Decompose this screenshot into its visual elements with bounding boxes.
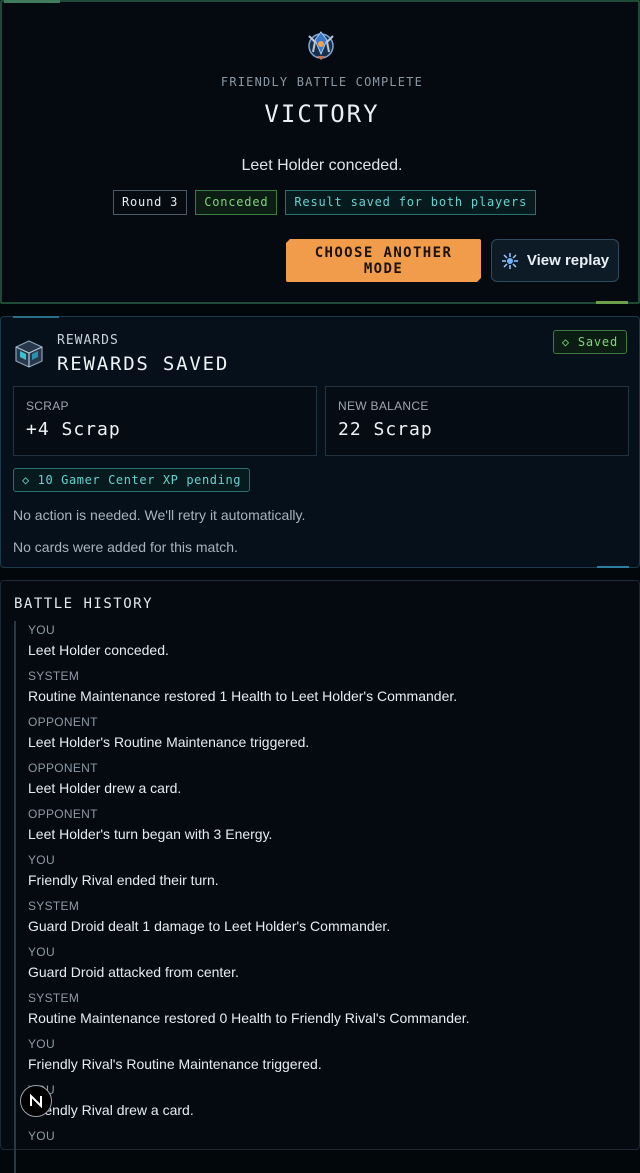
entry-text: Leet Holder's turn began with 3 Energy. [28, 826, 273, 842]
entry-actor: YOU [28, 853, 55, 867]
result-chips: Round 3 Conceded Result saved for both p… [113, 190, 537, 215]
entry-text: Guard Droid dealt 1 damage to Leet Holde… [28, 918, 391, 934]
entry-actor: SYSTEM [28, 991, 80, 1005]
entry-actor: OPPONENT [28, 761, 98, 775]
scrap-value: +4 Scrap [26, 419, 121, 440]
entry-text: Routine Maintenance restored 0 Health to… [28, 1010, 470, 1026]
panel-accent [4, 0, 60, 3]
entry-actor: YOU [28, 945, 55, 959]
entry-text: Leet Holder conceded. [28, 642, 169, 658]
conceded-chip: Conceded [195, 190, 278, 215]
balance-label: NEW BALANCE [338, 399, 429, 413]
history-entry: YOU Leet Holder conceded. [14, 621, 624, 667]
history-entry: OPPONENT Leet Holder's Routine Maintenan… [14, 713, 624, 759]
scrap-card: SCRAP +4 Scrap [13, 386, 317, 456]
victory-panel: FRIENDLY BATTLE COMPLETE VICTORY Leet Ho… [0, 0, 640, 304]
battle-history-title: BATTLE HISTORY [14, 596, 154, 612]
victory-title: VICTORY [264, 100, 380, 128]
reward-crate-icon [15, 340, 43, 368]
entry-text: Leet Holder drew a card. [28, 780, 182, 796]
entry-actor: SYSTEM [28, 899, 80, 913]
result-saved-chip: Result saved for both players [285, 190, 537, 215]
victory-kicker: FRIENDLY BATTLE COMPLETE [220, 75, 424, 89]
view-replay-label: View replay [526, 252, 610, 269]
choose-another-mode-button[interactable]: CHOOSE ANOTHER MODE [286, 239, 481, 282]
battle-history-list: YOU Leet Holder conceded. SYSTEM Routine… [14, 621, 624, 1173]
entry-text: Leet Holder's Routine Maintenance trigge… [28, 734, 310, 750]
history-entry: OPPONENT Leet Holder drew a card. [14, 759, 624, 805]
balance-value: 22 Scrap [338, 419, 433, 440]
entry-text: Friendly Rival drew a card. [28, 1102, 194, 1118]
entry-actor: OPPONENT [28, 807, 98, 821]
battle-history-panel: BATTLE HISTORY YOU Leet Holder conceded.… [0, 580, 640, 1173]
rewards-title: REWARDS SAVED [57, 353, 230, 375]
history-entry: SYSTEM Routine Maintenance restored 1 He… [14, 667, 624, 713]
history-entry: SYSTEM Guard Droid dealt 1 damage to Lee… [14, 897, 624, 943]
panel-accent [596, 301, 628, 304]
n-logo-icon [30, 1093, 42, 1109]
entry-actor: YOU [28, 1129, 55, 1143]
round-chip: Round 3 [113, 190, 188, 215]
history-entry: YOU [14, 1127, 624, 1173]
entry-text: Friendly Rival ended their turn. [28, 872, 219, 888]
entry-actor: SYSTEM [28, 669, 80, 683]
replay-icon [501, 252, 518, 269]
rewards-kicker: REWARDS [57, 333, 119, 348]
history-entry: YOU Guard Droid attacked from center. [14, 943, 624, 989]
xp-pending-chip: ◇ 10 Gamer Center XP pending [13, 468, 251, 492]
history-entry: OPPONENT Leet Holder's turn began with 3… [14, 805, 624, 851]
balance-card: NEW BALANCE 22 Scrap [325, 386, 629, 456]
trophy-emblem-icon [308, 31, 334, 60]
saved-badge: ◇ Saved [552, 330, 627, 354]
cards-note: No cards were added for this match. [13, 539, 238, 555]
entry-actor: OPPONENT [28, 715, 98, 729]
entry-text: Guard Droid attacked from center. [28, 964, 239, 980]
entry-actor: YOU [28, 623, 55, 637]
history-entry: SYSTEM Routine Maintenance restored 0 He… [14, 989, 624, 1035]
history-entry: YOU Friendly Rival's Routine Maintenance… [14, 1035, 624, 1081]
user-avatar-button[interactable] [20, 1085, 52, 1117]
panel-accent [597, 566, 629, 568]
history-entry: YOU Friendly Rival ended their turn. [14, 851, 624, 897]
rewards-panel: REWARDS REWARDS SAVED ◇ Saved SCRAP +4 S… [0, 316, 640, 568]
victory-actions: CHOOSE ANOTHER MODE View replay [286, 239, 619, 282]
entry-actor: YOU [28, 1037, 55, 1051]
entry-text: Friendly Rival's Routine Maintenance tri… [28, 1056, 322, 1072]
view-replay-button[interactable]: View replay [491, 239, 619, 282]
scrap-label: SCRAP [26, 399, 69, 413]
history-entry: YOU Friendly Rival drew a card. [14, 1081, 624, 1127]
retry-note: No action is needed. We'll retry it auto… [13, 507, 306, 523]
victory-message: Leet Holder conceded. [241, 157, 403, 174]
panel-accent [13, 316, 59, 318]
entry-text: Routine Maintenance restored 1 Health to… [28, 688, 458, 704]
